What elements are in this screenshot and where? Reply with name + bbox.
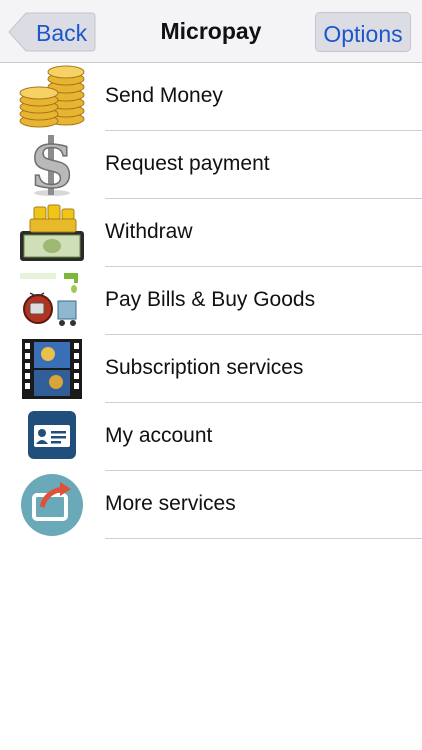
- menu-item-label: My account: [105, 424, 213, 447]
- dollar-sign-icon: S: [18, 132, 86, 202]
- options-label: Options: [323, 21, 403, 47]
- services-menu: Send Money S Request payment Withdraw Pa…: [0, 63, 422, 539]
- menu-item-label: More services: [105, 492, 236, 515]
- menu-item-label: Request payment: [105, 152, 270, 175]
- bills-goods-icon: [18, 269, 86, 333]
- id-card-icon: [18, 405, 86, 469]
- options-button[interactable]: Options: [315, 12, 411, 52]
- menu-item-subscription-services[interactable]: Subscription services: [0, 335, 422, 403]
- menu-item-label: Send Money: [105, 84, 223, 107]
- cash-stack-icon: [18, 201, 86, 265]
- menu-item-label: Withdraw: [105, 220, 193, 243]
- navigation-bar: Back Micropay Options: [0, 0, 422, 63]
- menu-item-withdraw[interactable]: Withdraw: [0, 199, 422, 267]
- divider: [105, 538, 422, 539]
- menu-item-more-services[interactable]: More services: [0, 471, 422, 539]
- svg-text:S: S: [31, 133, 73, 197]
- menu-item-request-payment[interactable]: S Request payment: [0, 131, 422, 202]
- film-strip-icon: [18, 337, 86, 401]
- gold-coins-icon: [18, 65, 86, 129]
- share-arrow-icon: [18, 473, 86, 537]
- menu-item-label: Subscription services: [105, 356, 304, 379]
- menu-item-my-account[interactable]: My account: [0, 403, 422, 471]
- menu-item-pay-bills[interactable]: Pay Bills & Buy Goods: [0, 267, 422, 335]
- menu-item-label: Pay Bills & Buy Goods: [105, 288, 316, 311]
- menu-item-send-money[interactable]: Send Money: [0, 63, 422, 131]
